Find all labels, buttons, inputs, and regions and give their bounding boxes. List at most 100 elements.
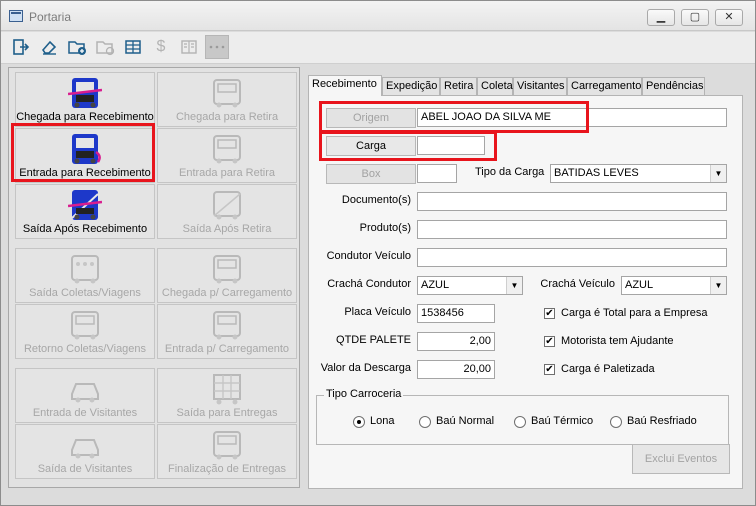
event-button-panel: Chegada para Recebimento Chegada para Re…: [8, 67, 300, 488]
ellipsis-icon: [205, 35, 229, 59]
bau-termico-radio[interactable]: [514, 416, 526, 428]
button-label: Saída Após Retira: [182, 223, 272, 235]
maximize-button[interactable]: ▢: [681, 9, 709, 26]
chevron-down-icon[interactable]: ▼: [710, 165, 726, 182]
carga-paletizada-label: Carga é Paletizada: [561, 363, 655, 375]
eraser-icon[interactable]: [37, 35, 61, 59]
recebimento-tab-body: Origem ABEL JOAO DA SILVA ME Carga Box T…: [308, 95, 743, 489]
condutor-label: Condutor Veículo: [326, 250, 411, 262]
grid-truck-icon: [213, 374, 241, 405]
qtde-palete-label: QTDE PALETE: [336, 334, 411, 346]
saida-visitantes-button: Saída de Visitantes: [15, 424, 155, 479]
produtos-field[interactable]: [417, 220, 727, 239]
cracha-veiculo-select[interactable]: AZUL ▼: [621, 276, 727, 295]
carga-field[interactable]: [417, 136, 485, 155]
bau-termico-label: Baú Térmico: [531, 415, 594, 427]
tipo-carroceria-group: Tipo Carroceria Lona Baú Normal Baú Térm…: [316, 388, 729, 445]
entrada-visitantes-button: Entrada de Visitantes: [15, 368, 155, 423]
valor-descarga-field[interactable]: 20,00: [417, 360, 495, 379]
form-panel: Recebimento Expedição Retira Coleta Visi…: [308, 71, 747, 489]
chegada-carregamento-button: Chegada p/ Carregamento: [157, 248, 297, 303]
title-bar: Portaria ▁ ▢ ✕: [1, 1, 755, 31]
truck-icon: [71, 255, 99, 284]
button-label: Saída para Entregas: [176, 407, 278, 419]
carga-paletizada-checkbox[interactable]: ✔: [544, 364, 555, 375]
tipo-carga-label: Tipo da Carga: [475, 166, 545, 178]
truck-icon: [213, 79, 241, 108]
toolbar: $: [1, 32, 755, 64]
button-label: Entrada p/ Carregamento: [164, 343, 290, 355]
tab-expedicao[interactable]: Expedição: [382, 77, 440, 95]
carga-button[interactable]: Carga: [326, 136, 416, 156]
box-button: Box: [326, 164, 416, 184]
cracha-condutor-label: Crachá Condutor: [327, 278, 411, 290]
tipo-carga-select[interactable]: BATIDAS LEVES ▼: [550, 164, 727, 183]
motorista-ajudante-checkbox[interactable]: ✔: [544, 336, 555, 347]
exit-icon[interactable]: [9, 35, 33, 59]
car-icon: [71, 439, 99, 459]
saida-recebimento-button[interactable]: Saída Após Recebimento: [15, 184, 155, 239]
truck-icon: [68, 78, 102, 108]
tab-pendencias[interactable]: Pendências: [642, 77, 705, 95]
placa-field[interactable]: 1538456: [417, 304, 495, 323]
valor-descarga-label: Valor da Descarga: [320, 362, 411, 374]
bau-resfriado-radio[interactable]: [610, 416, 622, 428]
tab-coleta[interactable]: Coleta: [477, 77, 513, 95]
tab-retira[interactable]: Retira: [440, 77, 477, 95]
button-label: Entrada para Recebimento: [19, 167, 151, 179]
bau-normal-label: Baú Normal: [436, 415, 495, 427]
button-label: Saída Após Recebimento: [22, 223, 148, 235]
qtde-palete-field[interactable]: 2,00: [417, 332, 495, 351]
chegada-recebimento-button[interactable]: Chegada para Recebimento: [15, 72, 155, 127]
entrada-retira-button: Entrada para Retira: [157, 128, 297, 183]
cracha-condutor-value: AZUL: [421, 279, 450, 291]
documentos-label: Documento(s): [341, 194, 411, 206]
car-icon: [71, 383, 99, 403]
cracha-veiculo-value: AZUL: [625, 279, 654, 291]
folder-edit-icon: [93, 35, 117, 59]
close-button[interactable]: ✕: [715, 9, 743, 26]
lona-radio[interactable]: [353, 416, 365, 428]
carga-total-label: Carga é Total para a Empresa: [561, 307, 708, 319]
truck-icon: [71, 311, 99, 340]
motorista-ajudante-label: Motorista tem Ajudante: [561, 335, 674, 347]
cracha-condutor-select[interactable]: AZUL ▼: [417, 276, 523, 295]
portaria-window: Portaria ▁ ▢ ✕ $ Chegada para Recebiment…: [0, 0, 756, 506]
chevron-down-icon[interactable]: ▼: [506, 277, 522, 294]
origem-field[interactable]: ABEL JOAO DA SILVA ME: [417, 108, 727, 127]
window-title: Portaria: [29, 10, 72, 24]
produtos-label: Produto(s): [359, 222, 411, 234]
documentos-field[interactable]: [417, 192, 727, 211]
truck-icon: [213, 135, 241, 164]
chevron-down-icon[interactable]: ▼: [710, 277, 726, 294]
truck-icon: [213, 311, 241, 340]
tab-visitantes[interactable]: Visitantes: [513, 77, 567, 95]
exclui-eventos-button: Exclui Eventos: [632, 444, 730, 474]
saida-retira-button: Saída Após Retira: [157, 184, 297, 239]
tab-carregamento[interactable]: Carregamento: [567, 77, 642, 95]
button-label: Chegada para Recebimento: [16, 111, 154, 123]
entrada-recebimento-button[interactable]: Entrada para Recebimento: [15, 128, 155, 183]
button-label: Entrada para Retira: [179, 167, 275, 179]
minimize-button[interactable]: ▁: [647, 9, 675, 26]
window-app-icon: [9, 10, 23, 22]
button-label: Chegada para Retira: [175, 111, 279, 123]
bau-normal-radio[interactable]: [419, 416, 431, 428]
tab-recebimento[interactable]: Recebimento: [308, 75, 382, 96]
box-field[interactable]: [417, 164, 457, 183]
grid-icon[interactable]: [121, 35, 145, 59]
new-folder-icon[interactable]: [65, 35, 89, 59]
button-label: Saída de Visitantes: [37, 463, 133, 475]
button-label: Retorno Coletas/Viagens: [23, 343, 147, 355]
saida-coletas-button: Saída Coletas/Viagens: [15, 248, 155, 303]
truck-icon: [72, 134, 101, 164]
truck-icon: [213, 431, 241, 460]
carga-total-checkbox[interactable]: ✔: [544, 308, 555, 319]
chegada-retira-button: Chegada para Retira: [157, 72, 297, 127]
lona-label: Lona: [370, 415, 395, 427]
finalizacao-entregas-button: Finalização de Entregas: [157, 424, 297, 479]
button-label: Finalização de Entregas: [167, 463, 286, 475]
condutor-field[interactable]: [417, 248, 727, 267]
truck-icon: [213, 191, 241, 220]
dollar-icon: $: [156, 38, 166, 55]
